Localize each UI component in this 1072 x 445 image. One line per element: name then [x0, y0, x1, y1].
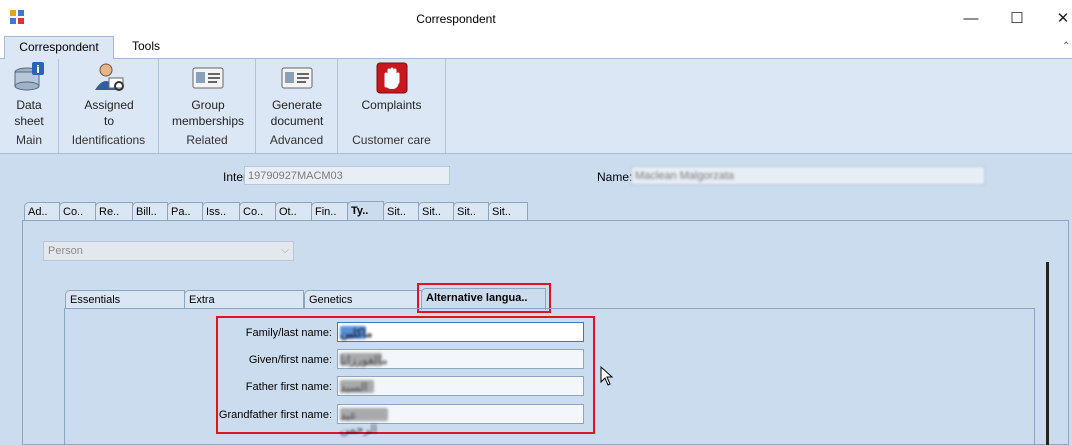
- outer-tab-14[interactable]: Sit..: [488, 202, 528, 221]
- data-sheet-label-line2: sheet: [14, 114, 44, 128]
- generate-document-label-line1: Generate: [271, 98, 323, 112]
- outer-tab-4[interactable]: Bill..: [132, 202, 168, 221]
- outer-tab-7[interactable]: Co..: [239, 202, 276, 221]
- complaints-label: Complaints: [361, 98, 422, 112]
- ribbon-group-main: i Data sheet Main: [0, 59, 59, 153]
- minimize-button[interactable]: —: [948, 4, 994, 32]
- group-memberships-label-line1: Group: [191, 98, 225, 112]
- ribbon: i Data sheet Main Assigned to Identifica…: [0, 59, 1072, 154]
- father-name-label: Father first name:: [245, 381, 332, 393]
- family-name-label: Family/last name:: [245, 327, 332, 339]
- ribbon-group-caption: Related: [186, 133, 228, 147]
- panel-separator: [1046, 262, 1049, 445]
- ribbon-group-related: Group memberships Related: [159, 59, 256, 153]
- svg-text:i: i: [36, 63, 40, 76]
- generate-document-label-line2: document: [270, 114, 324, 128]
- ribbon-tab-correspondent[interactable]: Correspondent: [4, 36, 114, 59]
- outer-tab-8[interactable]: Ot..: [275, 202, 312, 221]
- person-type-select[interactable]: Person ⌵: [43, 241, 294, 261]
- name-label: Name:: [597, 170, 633, 184]
- maximize-button[interactable]: ☐: [994, 4, 1040, 32]
- ribbon-group-caption: Advanced: [269, 133, 324, 147]
- ribbon-tab-tools[interactable]: Tools: [118, 36, 174, 58]
- grandfather-name-input[interactable]: عبد الرحمن: [337, 404, 584, 436]
- inner-tab-extra[interactable]: Extra: [184, 290, 304, 309]
- inner-tab-essentials[interactable]: Essentials: [65, 290, 185, 309]
- internal-id-field[interactable]: 19790927MACM03: [244, 166, 450, 185]
- data-sheet-button[interactable]: i Data sheet: [2, 59, 56, 129]
- group-memberships-button[interactable]: Group memberships: [167, 59, 249, 129]
- family-name-value: ماكلين: [340, 326, 373, 340]
- family-name-input[interactable]: ماكلين: [337, 322, 584, 342]
- father-name-value: السيد: [340, 380, 374, 394]
- close-button[interactable]: ✕: [1040, 4, 1072, 32]
- id-card-icon: [191, 62, 225, 94]
- father-name-input[interactable]: السيد: [337, 376, 584, 396]
- grandfather-name-label: Grandfather first name:: [218, 409, 332, 421]
- ribbon-group-caption: Identifications: [71, 133, 146, 147]
- stop-hand-icon: [375, 62, 409, 94]
- ribbon-tab-strip: Correspondent Tools ⌃: [0, 36, 1072, 59]
- outer-tab-10[interactable]: Ty..: [347, 201, 384, 221]
- assigned-to-button[interactable]: Assigned to: [74, 59, 144, 129]
- complaints-button[interactable]: Complaints: [354, 59, 429, 113]
- chevron-down-icon: ⌵: [281, 245, 289, 256]
- outer-tab-3[interactable]: Re..: [95, 202, 133, 221]
- inner-tab-genetics[interactable]: Genetics: [304, 290, 422, 309]
- outer-tab-11[interactable]: Sit..: [383, 202, 419, 221]
- mouse-cursor-icon: [600, 366, 614, 386]
- outer-tab-13[interactable]: Sit..: [453, 202, 489, 221]
- given-name-value: مالغورزاتا: [340, 353, 388, 367]
- person-type-value: Person: [48, 245, 83, 257]
- generate-document-button[interactable]: Generate document: [261, 59, 333, 129]
- outer-tab-2[interactable]: Co..: [59, 202, 96, 221]
- outer-tab-6[interactable]: Iss..: [202, 202, 240, 221]
- given-name-input[interactable]: مالغورزاتا: [337, 349, 584, 369]
- grandfather-name-value: عبد الرحمن: [340, 408, 388, 436]
- id-card-icon: [280, 62, 314, 94]
- data-sheet-label-line1: Data: [16, 98, 42, 112]
- given-name-label: Given/first name:: [248, 354, 332, 366]
- database-info-icon: i: [12, 62, 46, 94]
- group-memberships-label-line2: memberships: [171, 114, 245, 128]
- title-bar: Correspondent — ☐ ✕: [0, 0, 1072, 36]
- assigned-to-label-line1: Assigned: [84, 98, 134, 112]
- person-id-search-icon: [92, 62, 126, 94]
- ribbon-group-identifications: Assigned to Identifications: [59, 59, 159, 153]
- ribbon-collapse-icon[interactable]: ⌃: [1062, 41, 1070, 52]
- assigned-to-label-line2: to: [103, 114, 114, 128]
- outer-tab-9[interactable]: Fin..: [311, 202, 348, 221]
- ribbon-group-caption: Main: [15, 133, 42, 147]
- ribbon-group-caption: Customer care: [352, 133, 431, 147]
- name-field[interactable]: Maclean Malgorzata: [631, 166, 985, 185]
- outer-tab-5[interactable]: Pa..: [167, 202, 203, 221]
- outer-tab-1[interactable]: Ad..: [24, 202, 60, 221]
- window-title: Correspondent: [416, 12, 496, 26]
- outer-tab-12[interactable]: Sit..: [418, 202, 454, 221]
- ribbon-group-customer-care: Complaints Customer care: [338, 59, 446, 153]
- ribbon-group-advanced: Generate document Advanced: [256, 59, 338, 153]
